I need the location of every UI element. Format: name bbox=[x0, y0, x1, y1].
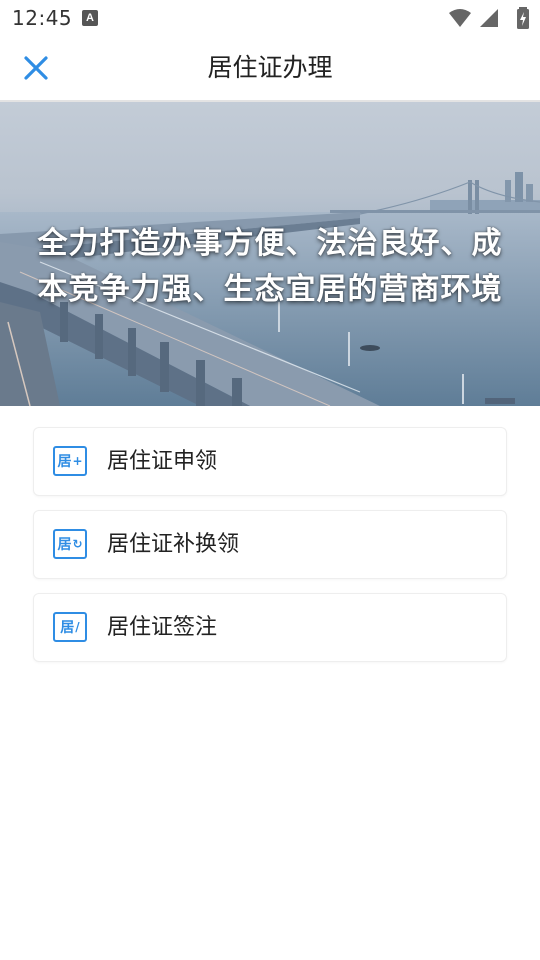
notification-icon: A bbox=[82, 10, 98, 26]
status-bar: 12:45 A bbox=[0, 0, 540, 36]
app-header: 居住证办理 bbox=[0, 36, 540, 102]
banner-image: 全力打造办事方便、法治良好、成 本竞争力强、生态宜居的营商环境 bbox=[0, 102, 540, 406]
banner-slogan-line1: 全力打造办事方便、法治良好、成 bbox=[37, 226, 503, 261]
page-title: 居住证办理 bbox=[207, 53, 333, 82]
menu-item-label: 居住证申领 bbox=[107, 449, 218, 474]
signal-icon bbox=[480, 9, 498, 27]
residence-replace-icon: 居 ↻ bbox=[53, 529, 87, 559]
status-time: 12:45 bbox=[12, 6, 73, 30]
menu-item-replace[interactable]: 居 ↻ 居住证补换领 bbox=[33, 510, 507, 579]
menu-item-apply[interactable]: 居 + 居住证申领 bbox=[33, 427, 507, 496]
battery-charging-icon bbox=[517, 7, 529, 29]
residence-apply-icon: 居 + bbox=[53, 446, 87, 476]
menu-item-label: 居住证补换领 bbox=[107, 532, 240, 557]
residence-endorse-icon: 居 / bbox=[53, 612, 87, 642]
banner-slogan-line2: 本竞争力强、生态宜居的营商环境 bbox=[37, 272, 503, 307]
menu-item-label: 居住证签注 bbox=[107, 615, 218, 640]
menu-item-endorse[interactable]: 居 / 居住证签注 bbox=[33, 593, 507, 662]
wifi-icon bbox=[449, 9, 471, 27]
service-menu: 居 + 居住证申领 居 ↻ 居住证补换领 居 / 居住证签注 bbox=[33, 427, 507, 676]
